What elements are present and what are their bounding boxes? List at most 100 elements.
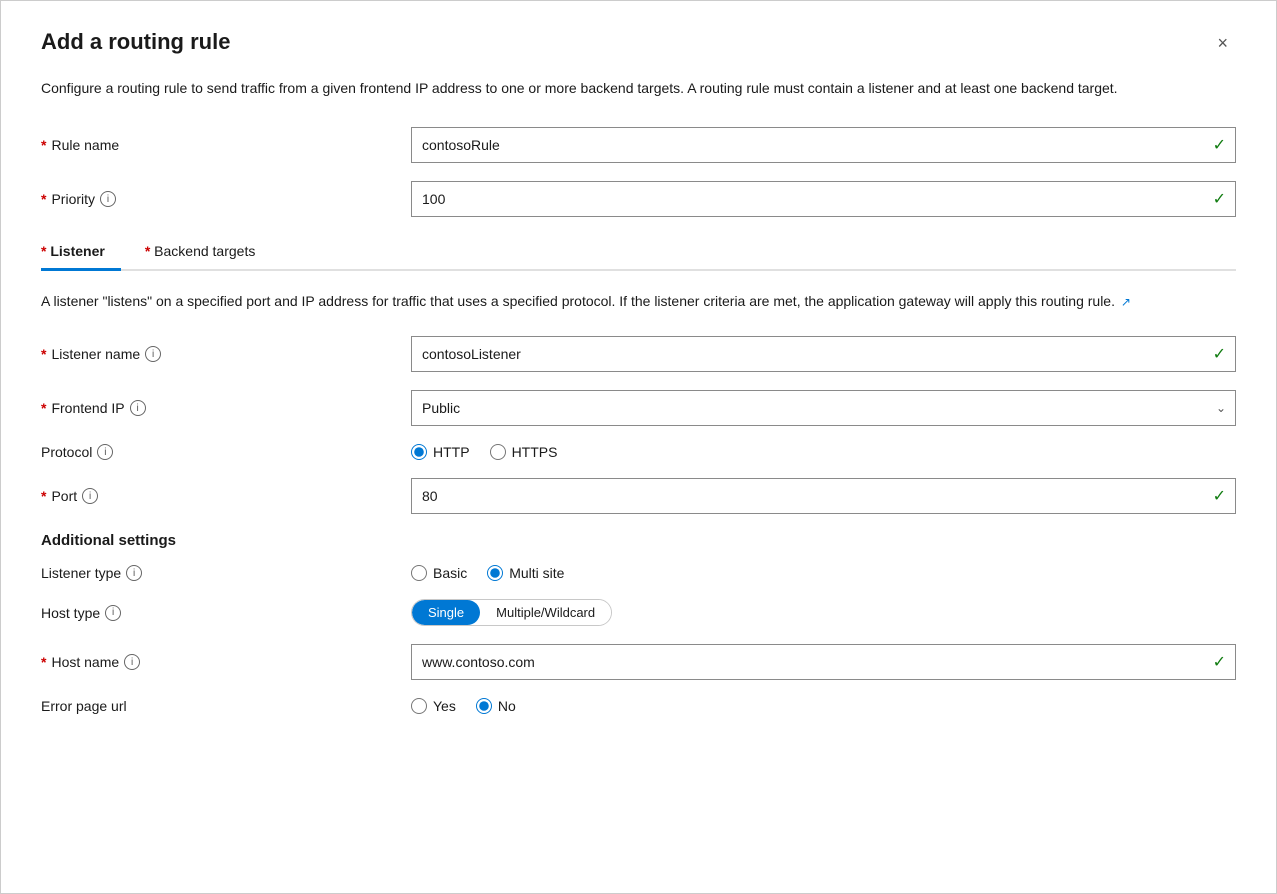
host-name-input-wrapper: ✓ <box>411 644 1236 680</box>
listener-name-info-icon[interactable]: i <box>145 346 161 362</box>
frontend-ip-row: * Frontend IP i Public Private ⌄ <box>41 390 1236 426</box>
priority-input[interactable] <box>411 181 1236 217</box>
host-type-row: Host type i Single Multiple/Wildcard <box>41 599 1236 626</box>
priority-required-marker: * <box>41 191 46 207</box>
error-page-yes-radio[interactable] <box>411 698 427 714</box>
host-type-label: Host type i <box>41 605 411 621</box>
listener-type-radio-group: Basic Multi site <box>411 565 1236 581</box>
port-control: ✓ <box>411 478 1236 514</box>
listener-type-multisite-option[interactable]: Multi site <box>487 565 564 581</box>
listener-type-basic-label: Basic <box>433 565 467 581</box>
error-page-url-label: Error page url <box>41 698 411 714</box>
rule-name-required-marker: * <box>41 137 46 153</box>
protocol-info-icon[interactable]: i <box>97 444 113 460</box>
frontend-ip-select-wrapper: Public Private ⌄ <box>411 390 1236 426</box>
host-name-row: * Host name i ✓ <box>41 644 1236 680</box>
rule-name-check-icon: ✓ <box>1213 135 1226 155</box>
protocol-http-label: HTTP <box>433 444 470 460</box>
protocol-https-radio[interactable] <box>490 444 506 460</box>
error-page-no-option[interactable]: No <box>476 698 516 714</box>
listener-name-row: * Listener name i ✓ <box>41 336 1236 372</box>
external-link-icon[interactable]: ↗ <box>1121 293 1131 311</box>
rule-name-label-text: Rule name <box>51 137 119 153</box>
rule-name-row: * Rule name ✓ <box>41 127 1236 163</box>
priority-check-icon: ✓ <box>1213 189 1226 209</box>
priority-control: ✓ <box>411 181 1236 217</box>
dialog-description: Configure a routing rule to send traffic… <box>41 78 1141 99</box>
rule-name-input[interactable] <box>411 127 1236 163</box>
backend-tab-required: * <box>145 243 154 259</box>
host-name-control: ✓ <box>411 644 1236 680</box>
additional-settings-title: Additional settings <box>41 532 1236 549</box>
port-label-text: Port <box>51 488 77 504</box>
protocol-row: Protocol i HTTP HTTPS <box>41 444 1236 460</box>
listener-type-row: Listener type i Basic Multi site <box>41 565 1236 581</box>
listener-type-multisite-radio[interactable] <box>487 565 503 581</box>
port-input-wrapper: ✓ <box>411 478 1236 514</box>
protocol-radio-group: HTTP HTTPS <box>411 444 1236 460</box>
protocol-https-label: HTTPS <box>512 444 558 460</box>
priority-label-text: Priority <box>51 191 95 207</box>
protocol-control: HTTP HTTPS <box>411 444 1236 460</box>
frontend-ip-info-icon[interactable]: i <box>130 400 146 416</box>
host-type-single-button[interactable]: Single <box>412 600 480 625</box>
tab-listener[interactable]: * Listener <box>41 235 121 269</box>
listener-type-label: Listener type i <box>41 565 411 581</box>
listener-description: A listener "listens" on a specified port… <box>41 291 1141 312</box>
port-label: * Port i <box>41 488 411 504</box>
listener-name-check-icon: ✓ <box>1213 344 1226 364</box>
host-name-check-icon: ✓ <box>1213 652 1226 672</box>
frontend-ip-label-text: Frontend IP <box>51 400 124 416</box>
protocol-http-option[interactable]: HTTP <box>411 444 470 460</box>
host-name-info-icon[interactable]: i <box>124 654 140 670</box>
host-type-multiple-button[interactable]: Multiple/Wildcard <box>480 600 611 625</box>
dialog-title: Add a routing rule <box>41 29 230 55</box>
error-page-no-radio[interactable] <box>476 698 492 714</box>
tab-backend-targets[interactable]: * Backend targets <box>145 235 272 269</box>
listener-name-input-wrapper: ✓ <box>411 336 1236 372</box>
dialog-header: Add a routing rule × <box>41 29 1236 58</box>
rule-name-input-wrapper: ✓ <box>411 127 1236 163</box>
host-name-input[interactable] <box>411 644 1236 680</box>
error-page-url-label-text: Error page url <box>41 698 127 714</box>
protocol-http-radio[interactable] <box>411 444 427 460</box>
port-row: * Port i ✓ <box>41 478 1236 514</box>
priority-input-wrapper: ✓ <box>411 181 1236 217</box>
tabs-container: * Listener * Backend targets <box>41 235 1236 271</box>
rule-name-label: * Rule name <box>41 137 411 153</box>
listener-type-basic-radio[interactable] <box>411 565 427 581</box>
frontend-ip-select[interactable]: Public Private <box>411 390 1236 426</box>
frontend-ip-control: Public Private ⌄ <box>411 390 1236 426</box>
error-page-no-label: No <box>498 698 516 714</box>
listener-name-required: * <box>41 346 46 362</box>
listener-type-label-text: Listener type <box>41 565 121 581</box>
tabs: * Listener * Backend targets <box>41 235 1236 269</box>
port-check-icon: ✓ <box>1213 486 1226 506</box>
listener-type-info-icon[interactable]: i <box>126 565 142 581</box>
close-button[interactable]: × <box>1209 29 1236 58</box>
error-page-url-radio-group: Yes No <box>411 698 1236 714</box>
listener-tab-required: * <box>41 243 50 259</box>
listener-type-basic-option[interactable]: Basic <box>411 565 467 581</box>
rule-name-control: ✓ <box>411 127 1236 163</box>
listener-type-control: Basic Multi site <box>411 565 1236 581</box>
host-name-label: * Host name i <box>41 654 411 670</box>
error-page-url-control: Yes No <box>411 698 1236 714</box>
host-type-control: Single Multiple/Wildcard <box>411 599 1236 626</box>
error-page-yes-option[interactable]: Yes <box>411 698 456 714</box>
priority-label: * Priority i <box>41 191 411 207</box>
priority-info-icon[interactable]: i <box>100 191 116 207</box>
port-info-icon[interactable]: i <box>82 488 98 504</box>
protocol-https-option[interactable]: HTTPS <box>490 444 558 460</box>
host-type-info-icon[interactable]: i <box>105 605 121 621</box>
host-name-required: * <box>41 654 46 670</box>
listener-tab-label: Listener <box>50 243 104 259</box>
listener-type-multisite-label: Multi site <box>509 565 564 581</box>
listener-name-input[interactable] <box>411 336 1236 372</box>
priority-row: * Priority i ✓ <box>41 181 1236 217</box>
protocol-label-text: Protocol <box>41 444 92 460</box>
port-input[interactable] <box>411 478 1236 514</box>
error-page-url-row: Error page url Yes No <box>41 698 1236 714</box>
host-type-label-text: Host type <box>41 605 100 621</box>
protocol-label: Protocol i <box>41 444 411 460</box>
